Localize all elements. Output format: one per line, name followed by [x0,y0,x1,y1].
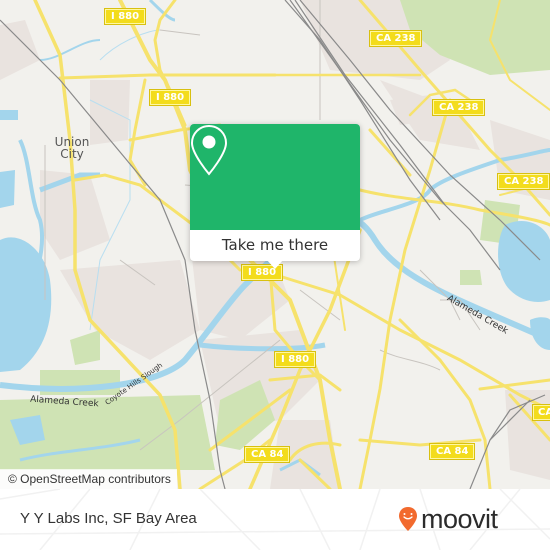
map-pin-icon [190,124,228,176]
road-shield-ca238: CA 238 [368,30,423,47]
road-shield-ca84: CA 84 [428,443,476,460]
road-shield-ca84: CA 84 [243,446,291,463]
road-shield-ca: CA [531,404,550,421]
road-shield-ca238: CA 238 [496,173,550,190]
take-me-there-button[interactable]: Take me there [190,230,360,261]
road-shield-i880: I 880 [273,351,317,368]
moovit-wordmark: moovit [421,504,498,534]
map-attribution: © OpenStreetMap contributors [0,469,177,489]
location-title: Y Y Labs Inc, SF Bay Area [20,510,197,527]
destination-popup: Take me there [190,124,360,269]
road-shield-ca238: CA 238 [431,99,486,116]
map-view[interactable]: I 880 I 880 I 880 I 880 CA 238 CA 238 CA… [0,0,550,489]
road-shield-i880: I 880 [148,89,192,106]
road-shield-i880: I 880 [103,8,147,25]
footer-bar: Y Y Labs Inc, SF Bay Area moovit [0,489,550,550]
moovit-logo[interactable]: moovit [398,505,498,533]
moovit-smiley-pin-icon [399,507,417,531]
popup-tail [267,260,283,269]
popup-header [190,124,360,230]
place-label-union-city: Union City [54,135,90,161]
